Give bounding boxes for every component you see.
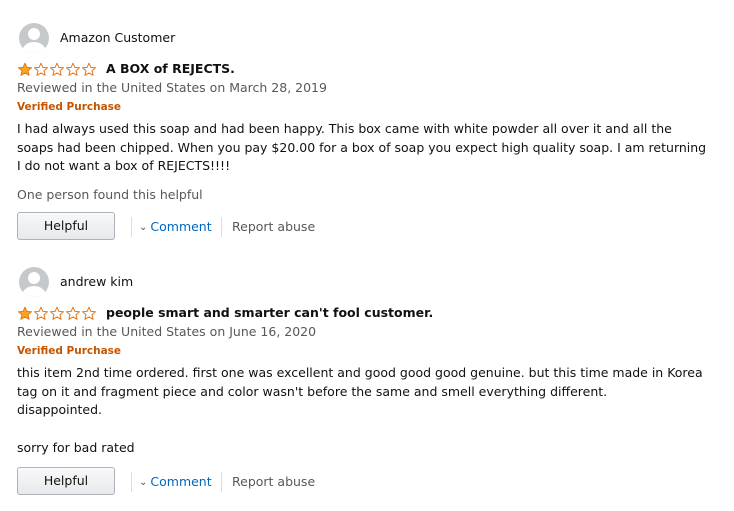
- review-date: Reviewed in the United States on June 16…: [17, 324, 317, 339]
- comment-label: Comment: [150, 474, 212, 489]
- star-icon: [50, 62, 64, 76]
- report-abuse-link[interactable]: Report abuse: [232, 219, 315, 234]
- review-body-paragraph: disappointed.: [17, 402, 102, 417]
- star-icon: [82, 306, 96, 320]
- comment-link[interactable]: ⌄ Comment: [139, 219, 212, 234]
- report-abuse-link[interactable]: Report abuse: [232, 474, 315, 489]
- divider: [131, 472, 132, 492]
- star-icon: [18, 62, 32, 76]
- review-body-paragraph: sorry for bad rated: [17, 439, 135, 455]
- avatar-icon: [19, 267, 49, 297]
- helpful-button[interactable]: Helpful: [17, 212, 115, 240]
- verified-purchase-badge: Verified Purchase: [17, 345, 122, 357]
- verified-purchase-badge: Verified Purchase: [17, 101, 122, 113]
- reviewer-name[interactable]: Amazon Customer: [60, 30, 175, 45]
- review-title[interactable]: people smart and smarter can't fool cust…: [106, 305, 433, 320]
- review-title[interactable]: A BOX of REJECTS.: [106, 61, 235, 76]
- avatar-icon: [19, 23, 49, 53]
- star-icon: [66, 306, 80, 320]
- star-rating[interactable]: [17, 62, 97, 76]
- review-date: Reviewed in the United States on March 2…: [17, 80, 327, 95]
- review-body: this item 2nd time ordered. first one wa…: [17, 364, 707, 457]
- divider: [221, 472, 222, 492]
- star-icon: [82, 62, 96, 76]
- comment-link[interactable]: ⌄ Comment: [139, 474, 212, 489]
- chevron-down-icon: ⌄: [139, 477, 148, 488]
- review-body: I had always used this soap and had been…: [17, 120, 707, 176]
- reviewer-name[interactable]: andrew kim: [60, 274, 133, 289]
- star-icon: [34, 306, 48, 320]
- helpful-count: One person found this helpful: [17, 187, 203, 202]
- chevron-down-icon: ⌄: [139, 222, 148, 233]
- divider: [221, 217, 222, 237]
- star-rating[interactable]: [17, 306, 97, 320]
- star-icon: [18, 306, 32, 320]
- star-icon: [50, 306, 64, 320]
- star-icon: [66, 62, 80, 76]
- review-body-paragraph: [17, 420, 707, 439]
- review-body-paragraph: I had always used this soap and had been…: [17, 121, 707, 173]
- divider: [131, 217, 132, 237]
- star-icon: [34, 62, 48, 76]
- review-body-paragraph: this item 2nd time ordered. first one wa…: [17, 365, 703, 399]
- helpful-button[interactable]: Helpful: [17, 467, 115, 495]
- comment-label: Comment: [150, 219, 212, 234]
